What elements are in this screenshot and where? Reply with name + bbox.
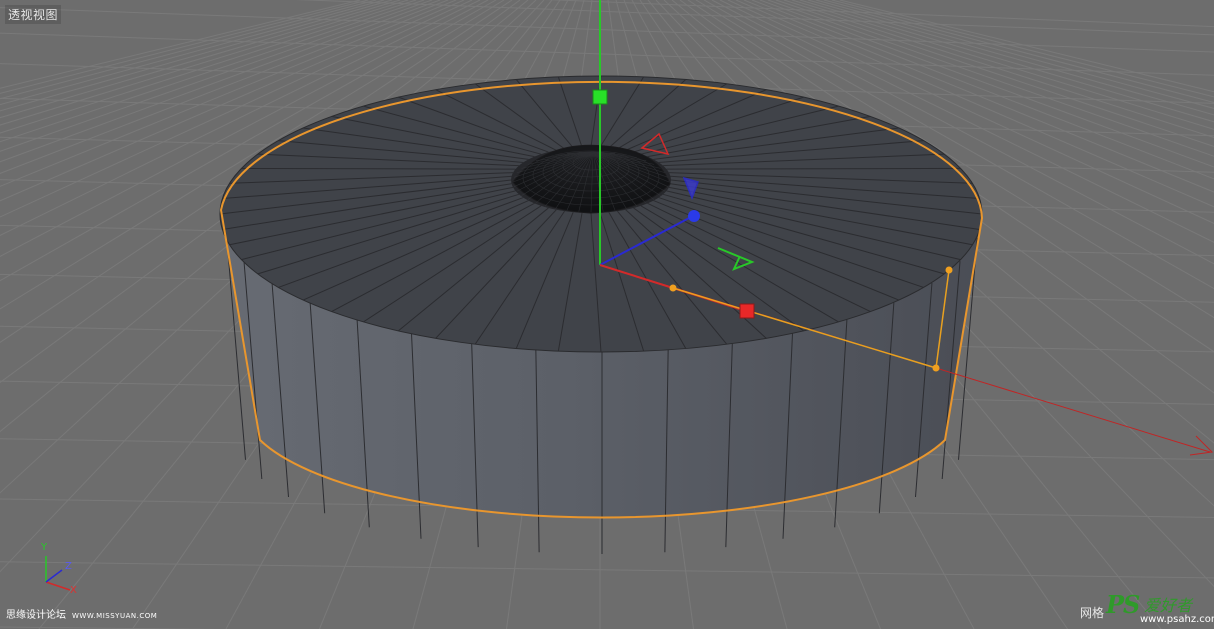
x-axis-handle[interactable] [739, 303, 755, 319]
scene-canvas[interactable] [0, 0, 1214, 629]
size-handle-point[interactable] [669, 284, 677, 292]
watermark-psahz-url: www.psahz.com [1140, 614, 1214, 625]
axis-y-label: Y [41, 542, 48, 553]
watermark-missyuan: 思缘设计论坛 WWW.MISSYUAN.COM [6, 606, 157, 621]
axis-z-label: Z [65, 561, 72, 572]
z-axis-handle[interactable] [688, 210, 700, 222]
watermark-psahz-chinese: 爱好者 [1144, 596, 1193, 615]
watermark-psahz-prefix: 网格 [1080, 606, 1105, 620]
size-handle-point[interactable] [945, 266, 953, 274]
watermark-psahz: 网格 PS 爱好者 www.psahz.com [1080, 590, 1214, 626]
watermark-missyuan-text: 思缘设计论坛 [6, 610, 66, 621]
3d-viewport[interactable]: 透视视图 Y Z X 思缘设计论坛 WWW.MISSYUAN.COM 网格 PS … [0, 0, 1214, 629]
watermark-psahz-logo: PS [1106, 590, 1140, 619]
axis-x-label: X [70, 585, 77, 596]
viewport-title[interactable]: 透视视图 [5, 5, 62, 24]
y-axis-handle[interactable] [592, 89, 608, 105]
size-handle-point[interactable] [932, 364, 940, 372]
watermark-missyuan-site: WWW.MISSYUAN.COM [72, 612, 158, 620]
